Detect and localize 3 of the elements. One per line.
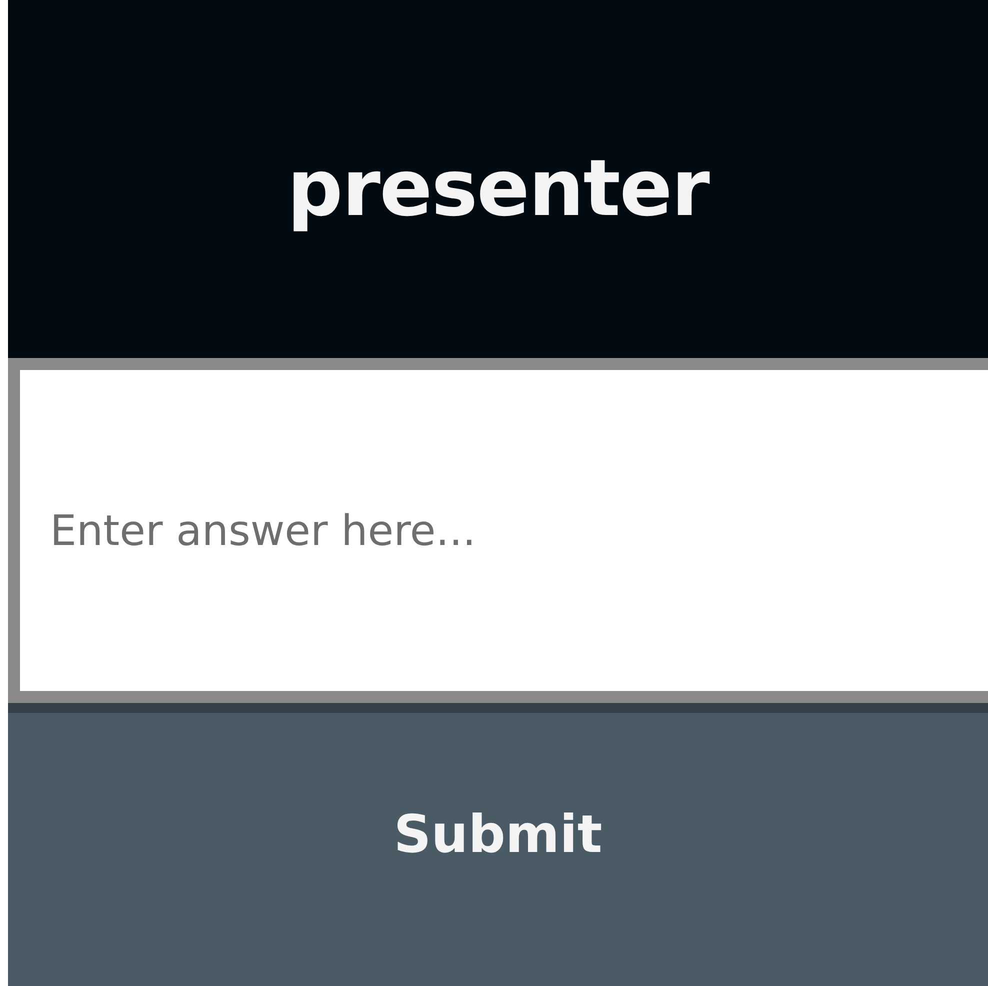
answer-input-field[interactable]: Enter answer here... — [8, 358, 988, 703]
submit-button[interactable]: Submit — [8, 703, 988, 986]
page-title: presenter — [287, 143, 709, 234]
